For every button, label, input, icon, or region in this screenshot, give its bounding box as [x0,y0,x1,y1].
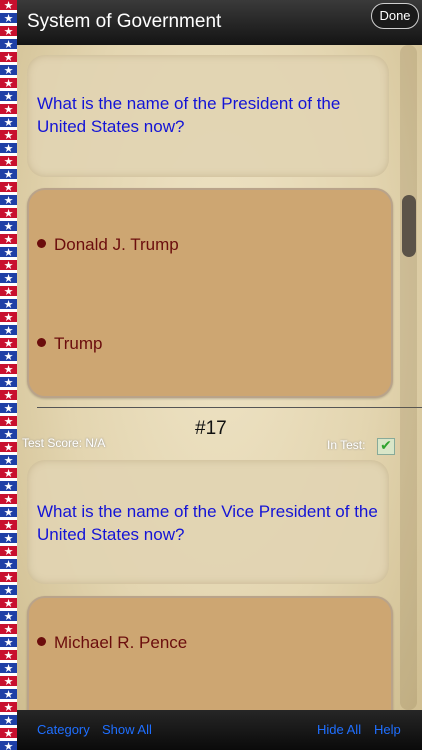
star-icon: ★ [3,623,14,636]
star-icon: ★ [3,116,14,129]
star-icon: ★ [3,714,14,727]
star-icon: ★ [3,545,14,558]
star-icon: ★ [3,649,14,662]
star-icon: ★ [3,428,14,441]
star-icon: ★ [3,25,14,38]
done-button[interactable]: Done [371,3,419,29]
question-card: What is the name of the President of the… [27,55,389,177]
scrollbar-track[interactable] [400,45,417,710]
star-icon: ★ [3,90,14,103]
question-number: #17 [195,418,227,439]
star-icon: ★ [3,207,14,220]
header-bar: System of Government Done [17,0,422,45]
star-icon: ★ [3,467,14,480]
question-divider [37,407,422,408]
star-icon: ★ [3,233,14,246]
star-icon: ★ [3,376,14,389]
star-icon: ★ [3,285,14,298]
bullet-icon [37,239,46,249]
star-icon: ★ [3,389,14,402]
question-text: What is the name of the Vice President o… [37,502,378,544]
star-icon: ★ [3,493,14,506]
star-icon: ★ [3,168,14,181]
hide-all-button[interactable]: Hide All [317,722,361,737]
star-icon: ★ [3,727,14,740]
star-icon: ★ [3,571,14,584]
star-icon: ★ [3,155,14,168]
star-icon: ★ [3,51,14,64]
star-icon: ★ [3,129,14,142]
show-all-button[interactable]: Show All [102,722,152,737]
star-icon: ★ [3,311,14,324]
star-icon: ★ [3,103,14,116]
star-icon: ★ [3,272,14,285]
test-score-label: Test Score: N/A [22,436,106,450]
category-button[interactable]: Category [37,722,90,737]
star-icon: ★ [3,324,14,337]
star-icon: ★ [3,298,14,311]
star-icon: ★ [3,415,14,428]
star-icon: ★ [3,142,14,155]
star-icon: ★ [3,701,14,714]
star-icon: ★ [3,77,14,90]
star-icon: ★ [3,0,14,12]
star-icon: ★ [3,441,14,454]
star-icon: ★ [3,259,14,272]
answer-card[interactable]: Donald J. Trump Trump [27,188,393,398]
star-icon: ★ [3,610,14,623]
star-icon: ★ [3,675,14,688]
star-icon: ★ [3,246,14,259]
checkbox-checked-icon[interactable]: ✔ [377,438,395,455]
star-icon: ★ [3,688,14,701]
star-icon: ★ [3,350,14,363]
star-icon: ★ [3,662,14,675]
in-test-label: In Test: [327,438,366,452]
answer-item: Donald J. Trump [37,235,179,255]
star-icon: ★ [3,402,14,415]
bullet-icon [37,338,46,348]
star-icon: ★ [3,363,14,376]
question-text: What is the name of the President of the… [37,94,341,136]
star-icon: ★ [3,12,14,25]
star-icon: ★ [3,636,14,649]
star-icon: ★ [3,337,14,350]
star-icon: ★ [3,597,14,610]
star-icon: ★ [3,38,14,51]
answer-item: Trump [37,334,103,354]
star-icon: ★ [3,454,14,467]
star-icon: ★ [3,194,14,207]
star-icon: ★ [3,220,14,233]
page-title: System of Government [27,11,222,32]
star-icon: ★ [3,584,14,597]
answer-item: Michael R. Pence [37,633,187,653]
star-icon: ★ [3,519,14,532]
scrollbar-thumb[interactable] [402,195,416,257]
star-icon: ★ [3,558,14,571]
star-icon: ★ [3,506,14,519]
bottom-toolbar: Category Show All Hide All Help [17,710,422,750]
star-icon: ★ [3,532,14,545]
question-card: What is the name of the Vice President o… [27,460,389,584]
star-icon: ★ [3,480,14,493]
star-icon: ★ [3,64,14,77]
star-icon: ★ [3,740,14,750]
bullet-icon [37,637,46,647]
star-icon: ★ [3,181,14,194]
flag-star-border: ★ ★ ★ ★ ★ ★ ★ ★ ★ ★ ★ ★ ★ ★ ★ ★ ★ ★ ★ ★ ★ ★ ★ ★ ★ ★ ★ ★ ★ ★ ★ ★ ★ ★ ★ ★ ★ ★ ★ ★… [0,0,17,750]
help-button[interactable]: Help [374,722,401,737]
